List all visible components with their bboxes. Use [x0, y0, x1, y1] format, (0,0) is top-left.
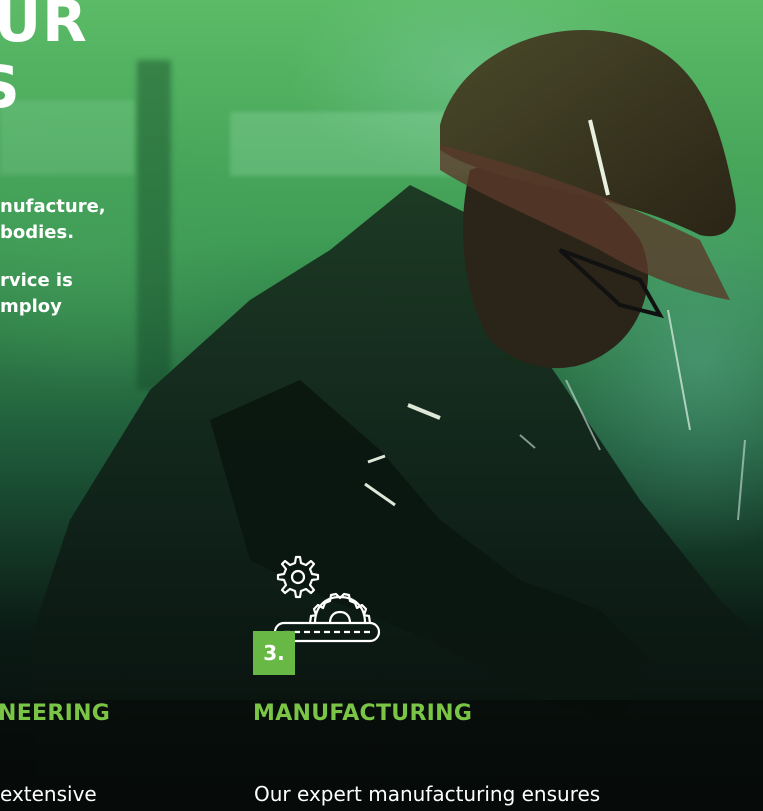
- engineering-description: extensive: [0, 782, 97, 806]
- hero-paragraph-1: nufacture, bodies.: [0, 194, 106, 246]
- worker-photo: [0, 29, 763, 811]
- engineering-heading: NEERING: [0, 701, 111, 726]
- manufacturing-heading: MANUFACTURING: [253, 701, 473, 726]
- manufacturing-description: Our expert manufacturing ensures: [254, 782, 601, 806]
- hero-paragraph-2-line-2: mploy: [0, 296, 62, 317]
- hero-title: UR S: [0, 0, 88, 120]
- hero-paragraph-1-line-1: nufacture,: [0, 196, 106, 217]
- hero-title-line-1: UR: [0, 0, 88, 55]
- hero-paragraph-2-line-1: rvice is: [0, 270, 73, 291]
- step-number-badge: 3.: [253, 631, 295, 675]
- hero-background: UR S nufacture, bodies. rvice is mploy 3…: [0, 0, 763, 811]
- hero-paragraph-2: rvice is mploy: [0, 268, 73, 320]
- hero-paragraph-1-line-2: bodies.: [0, 222, 75, 243]
- hero-title-line-2: S: [0, 54, 88, 120]
